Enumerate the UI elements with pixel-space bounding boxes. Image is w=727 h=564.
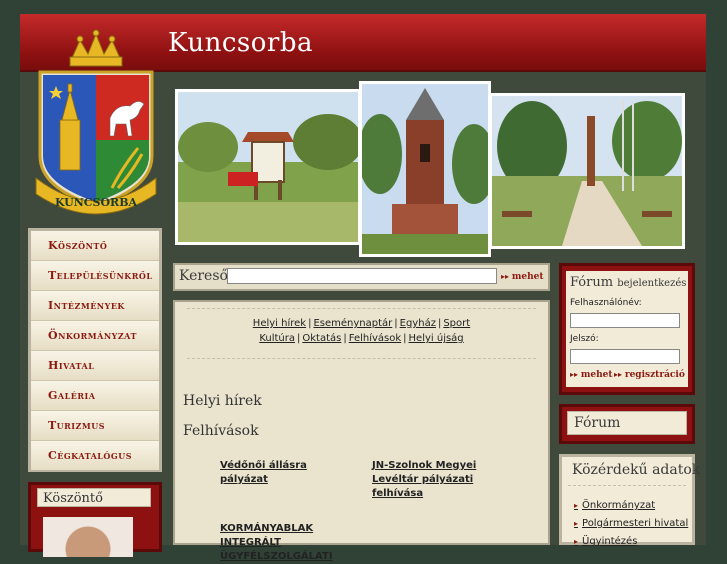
sublink-egyhaz[interactable]: Egyház xyxy=(400,318,436,329)
login-title-text: Fórum xyxy=(570,275,614,290)
double-arrow-icon: ▸▸ xyxy=(570,369,581,379)
mayor-portrait[interactable] xyxy=(43,517,133,557)
coat-of-arms-label: KUNCSORBA xyxy=(55,196,138,209)
public-link-label: Ügyintézés xyxy=(582,536,638,547)
search-go-button[interactable]: ▸▸ mehet xyxy=(501,271,544,282)
call-link-kormanyablak[interactable]: KORMÁNYABLAK INTEGRÁLT ÜGYFÉLSZOLGÁLATI xyxy=(220,522,340,564)
bullet-arrow-icon: ▸ xyxy=(574,519,579,528)
sublink-helyi-hirek[interactable]: Helyi hírek xyxy=(253,318,306,329)
sublink-helyi-ujsag[interactable]: Helyi újság xyxy=(409,333,464,344)
welcome-box-title: Köszöntő xyxy=(37,488,151,507)
login-go-label: mehet xyxy=(580,370,613,380)
sublink-esemenynaptar[interactable]: Eseménynaptár xyxy=(313,318,392,329)
main-content: Helyi hírek | Eseménynaptár | Egyház | Sport K… xyxy=(173,300,550,562)
nav-item-onkormanyzat[interactable]: Önkormányzat xyxy=(31,321,159,351)
site-title: Kuncsorba xyxy=(168,28,313,58)
password-field[interactable] xyxy=(570,349,680,364)
call-link-leveltar[interactable]: JN-Szolnok Megyei Levéltár pályázati fel… xyxy=(372,459,522,501)
nav-item-cegkatalogus[interactable]: Cégkatalógus xyxy=(31,441,159,470)
photo-collage xyxy=(170,82,700,262)
double-arrow-icon: ▸▸ xyxy=(614,369,625,379)
search-label: Kereső xyxy=(179,268,228,284)
village-sign-photo xyxy=(178,92,358,242)
heading-calls: Felhívások xyxy=(183,423,259,439)
page-container: Kuncsorba KUNCSORBA Köszöntő Településün… xyxy=(20,14,706,562)
divider xyxy=(568,485,686,486)
username-label: Felhasználónév: xyxy=(570,298,642,308)
nav-item-hivatal[interactable]: Hivatal xyxy=(31,351,159,381)
forum-link[interactable]: Fórum xyxy=(567,411,687,435)
sublink-felhivasok[interactable]: Felhívások xyxy=(349,333,401,344)
public-link-polgarmesteri-hivatal[interactable]: ▸ Polgármesteri hivatal xyxy=(574,518,688,529)
nav-item-galeria[interactable]: Galéria xyxy=(31,381,159,411)
divider xyxy=(187,358,536,359)
nav-item-koszonto[interactable]: Köszöntő xyxy=(31,231,159,261)
search-input[interactable] xyxy=(227,268,497,284)
sublink-oktatas[interactable]: Oktatás xyxy=(302,333,341,344)
nav-item-intezmenyek[interactable]: Intézmények xyxy=(31,291,159,321)
coat-of-arms-icon[interactable]: KUNCSORBA xyxy=(32,28,160,218)
public-link-label: Polgármesteri hivatal xyxy=(582,518,689,529)
church-photo xyxy=(362,84,488,254)
login-subtitle: bejelentkezés xyxy=(617,278,687,289)
login-title: Fórum bejelentkezés xyxy=(570,275,686,290)
memorial-park-photo xyxy=(492,96,682,246)
nav-item-turizmus[interactable]: Turizmus xyxy=(31,411,159,441)
double-arrow-icon: ▸▸ xyxy=(501,271,512,281)
public-link-label: Önkormányzat xyxy=(582,500,656,511)
sublink-sport[interactable]: Sport xyxy=(443,318,470,329)
login-go-button[interactable]: ▸▸ mehet xyxy=(570,369,613,380)
content-sublinks: Helyi hírek | Eseménynaptár | Egyház | Sport K… xyxy=(252,318,471,344)
username-field[interactable] xyxy=(570,313,680,328)
heading-news: Helyi hírek xyxy=(183,393,262,409)
search-bar: Kereső ▸▸ mehet xyxy=(173,263,550,291)
public-link-onkormanyzat[interactable]: ▸ Önkormányzat xyxy=(574,500,655,511)
main-nav: Köszöntő Településünkről Intézmények Önk… xyxy=(28,228,162,472)
forum-login-panel: Fórum bejelentkezés Felhasználónév: Jels… xyxy=(566,271,688,387)
forum-login-box: Fórum bejelentkezés Felhasználónév: Jels… xyxy=(559,263,695,395)
sublink-kultura[interactable]: Kultúra xyxy=(259,333,295,344)
password-label: Jelszó: xyxy=(570,334,599,344)
welcome-box: Köszöntő xyxy=(28,482,162,557)
bullet-arrow-icon: ▸ xyxy=(574,501,579,510)
divider xyxy=(187,308,536,309)
forum-box: Fórum xyxy=(559,404,695,444)
public-data-box: Közérdekű adatok ▸ Önkormányzat ▸ Polgárme… xyxy=(559,454,700,547)
register-button[interactable]: ▸▸ regisztráció xyxy=(614,369,685,380)
register-label: regisztráció xyxy=(624,370,685,380)
public-data-title: Közérdekű adatok xyxy=(572,462,701,478)
search-go-label: mehet xyxy=(511,272,544,282)
call-link-vedonoi[interactable]: Védőnői állásra pályázat xyxy=(220,459,350,487)
public-link-ugyintezes[interactable]: ▸ Ügyintézés xyxy=(574,536,637,547)
nav-item-telepulesunkrol[interactable]: Településünkről xyxy=(31,261,159,291)
